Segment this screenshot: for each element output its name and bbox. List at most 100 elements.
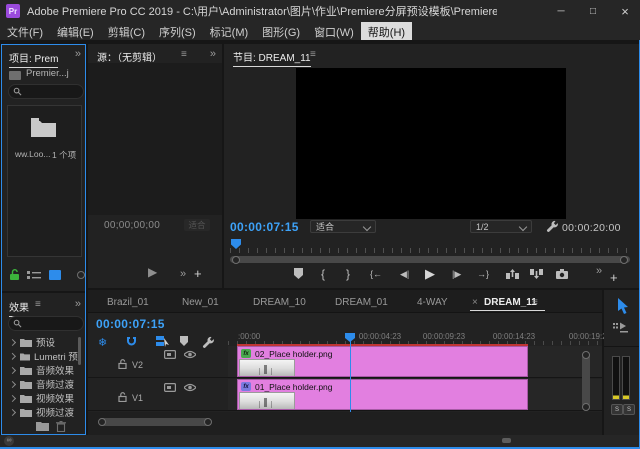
track-select-forward-tool[interactable] [613,322,630,333]
goto-out-button[interactable]: →} [477,270,489,279]
mark-out-button[interactable]: } [346,268,350,280]
source-fit-dropdown[interactable]: 适合 [184,219,210,231]
menu-clip[interactable]: 剪辑(C) [101,22,152,40]
project-search-input[interactable] [8,84,84,99]
timeline-timecode[interactable]: 00:00:07:15 [96,317,165,331]
bin-name-label[interactable]: ww.Loo... [15,149,50,159]
step-back-button[interactable]: ◀| [400,270,409,279]
chevron-right-icon[interactable] [9,408,16,415]
panel-more-icon[interactable]: » [210,48,215,60]
scrollbar-left-knob[interactable] [232,256,240,264]
tab-project[interactable]: 项目: Prem [9,54,58,68]
zoom-slider-knob[interactable] [77,271,85,279]
chevron-right-icon[interactable] [9,380,16,387]
delete-button[interactable] [56,421,66,432]
project-writable-toggle[interactable] [9,269,20,281]
program-ruler[interactable] [230,248,634,253]
clip-v1[interactable]: fx 01_Place holder.png [237,379,528,410]
solo-left-button[interactable]: S [611,404,623,415]
tab-program[interactable]: 节目: DREAM_11 [233,53,311,67]
vscroll-bottom-knob[interactable] [582,403,590,411]
panel-more-icon[interactable]: » [75,298,80,310]
effects-item-video-effects[interactable]: 视频效果 [2,391,78,405]
project-name-label[interactable]: Premier...j [26,68,69,79]
chevron-right-icon[interactable] [9,353,16,360]
program-timecode[interactable]: 00:00:07:15 [230,220,299,234]
panel-more-icon[interactable]: » [180,268,185,280]
track-lock-toggle[interactable] [118,392,127,402]
panel-more-icon[interactable]: » [596,265,601,277]
play-button[interactable]: ▶ [425,267,435,280]
add-marker-button[interactable] [180,336,188,346]
hscroll-left-knob[interactable] [98,418,106,426]
menu-graphics[interactable]: 图形(G) [255,22,307,40]
icon-view-button[interactable] [49,270,61,280]
track-label-v1[interactable]: V1 [132,393,143,403]
menu-sequence[interactable]: 序列(S) [152,22,203,40]
effects-item-audio-transitions[interactable]: 音频过渡 [2,377,78,391]
program-scrollbar[interactable] [230,256,630,263]
sync-lock-toggle[interactable] [164,383,176,392]
effects-search-input[interactable] [8,316,84,331]
program-fit-dropdown[interactable]: 适合 [310,220,376,233]
panel-menu-icon[interactable]: ≡ [310,49,316,60]
menu-window[interactable]: 窗口(W) [307,22,361,40]
panel-more-icon[interactable]: » [75,48,80,60]
program-settings-button[interactable] [546,220,558,232]
scrollbar-right-knob[interactable] [620,256,628,264]
source-timecode[interactable]: 00;00;00;00 [104,220,160,231]
menu-help[interactable]: 帮助(H) [361,22,412,40]
new-bin-button[interactable] [36,421,49,431]
tab-sequence-dream-01[interactable]: DREAM_01 [335,297,388,308]
tab-effects[interactable]: 效果 [9,303,29,317]
step-forward-button[interactable]: |▶ [452,270,461,279]
lift-button[interactable] [506,269,519,279]
sync-lock-toggle[interactable] [164,350,176,359]
panel-menu-icon[interactable]: ≡ [35,299,41,310]
source-play-button[interactable]: ▶ [148,266,157,278]
chevron-right-icon[interactable] [9,394,16,401]
tab-sequence-dream-11[interactable]: DREAM_11 [484,297,537,308]
effects-item-audio-effects[interactable]: 音频效果 [2,363,78,377]
tab-sequence-4way[interactable]: 4-WAY [417,297,448,308]
track-lock-toggle[interactable] [118,359,127,369]
menu-edit[interactable]: 编辑(E) [50,22,101,40]
chevron-right-icon[interactable] [9,366,16,373]
goto-in-button[interactable]: {← [370,270,382,279]
minimize-button[interactable]: ─ [546,0,576,22]
extract-button[interactable] [530,269,543,279]
close-button[interactable]: × [610,0,640,22]
panel-menu-icon[interactable]: ≡ [532,297,538,308]
menu-marker[interactable]: 标记(M) [203,22,256,40]
menu-file[interactable]: 文件(F) [0,22,50,40]
add-button[interactable]: + [194,266,202,281]
effects-item-presets[interactable]: 预设 [2,335,78,349]
selection-tool[interactable] [616,298,629,315]
track-label-v2[interactable]: V2 [132,360,143,370]
add-marker-button[interactable] [294,268,303,279]
creative-cloud-icon[interactable]: ∞ [4,436,14,446]
mark-in-button[interactable]: { [321,268,325,280]
timeline-hscrollbar[interactable] [99,418,211,426]
export-frame-button[interactable] [556,269,568,279]
maximize-button[interactable]: □ [578,0,608,22]
tab-sequence-new-01[interactable]: New_01 [182,297,219,308]
add-button[interactable]: + [610,270,618,285]
program-resolution-dropdown[interactable]: 1/2 [470,220,532,233]
hscroll-right-knob[interactable] [204,418,212,426]
tab-sequence-dream-10[interactable]: DREAM_10 [253,297,306,308]
clip-v2[interactable]: fx 02_Place holder.png [237,346,528,377]
title-bar[interactable]: Pr Adobe Premiere Pro CC 2019 - C:\用户\Ad… [0,0,640,22]
solo-right-button[interactable]: S [623,404,635,415]
timeline-vscrollbar[interactable] [582,352,590,408]
track-output-toggle[interactable] [184,350,196,359]
bin-item[interactable] [30,117,57,138]
list-view-button[interactable] [27,271,41,280]
effects-item-video-transitions[interactable]: 视频过渡 [2,405,78,419]
panel-menu-icon[interactable]: ≡ [181,49,187,60]
effects-scrollbar[interactable] [78,337,81,365]
close-tab-icon[interactable]: × [472,297,478,308]
track-output-toggle[interactable] [184,383,196,392]
chevron-right-icon[interactable] [9,338,16,345]
tab-sequence-brazil-01[interactable]: Brazil_01 [107,297,149,308]
